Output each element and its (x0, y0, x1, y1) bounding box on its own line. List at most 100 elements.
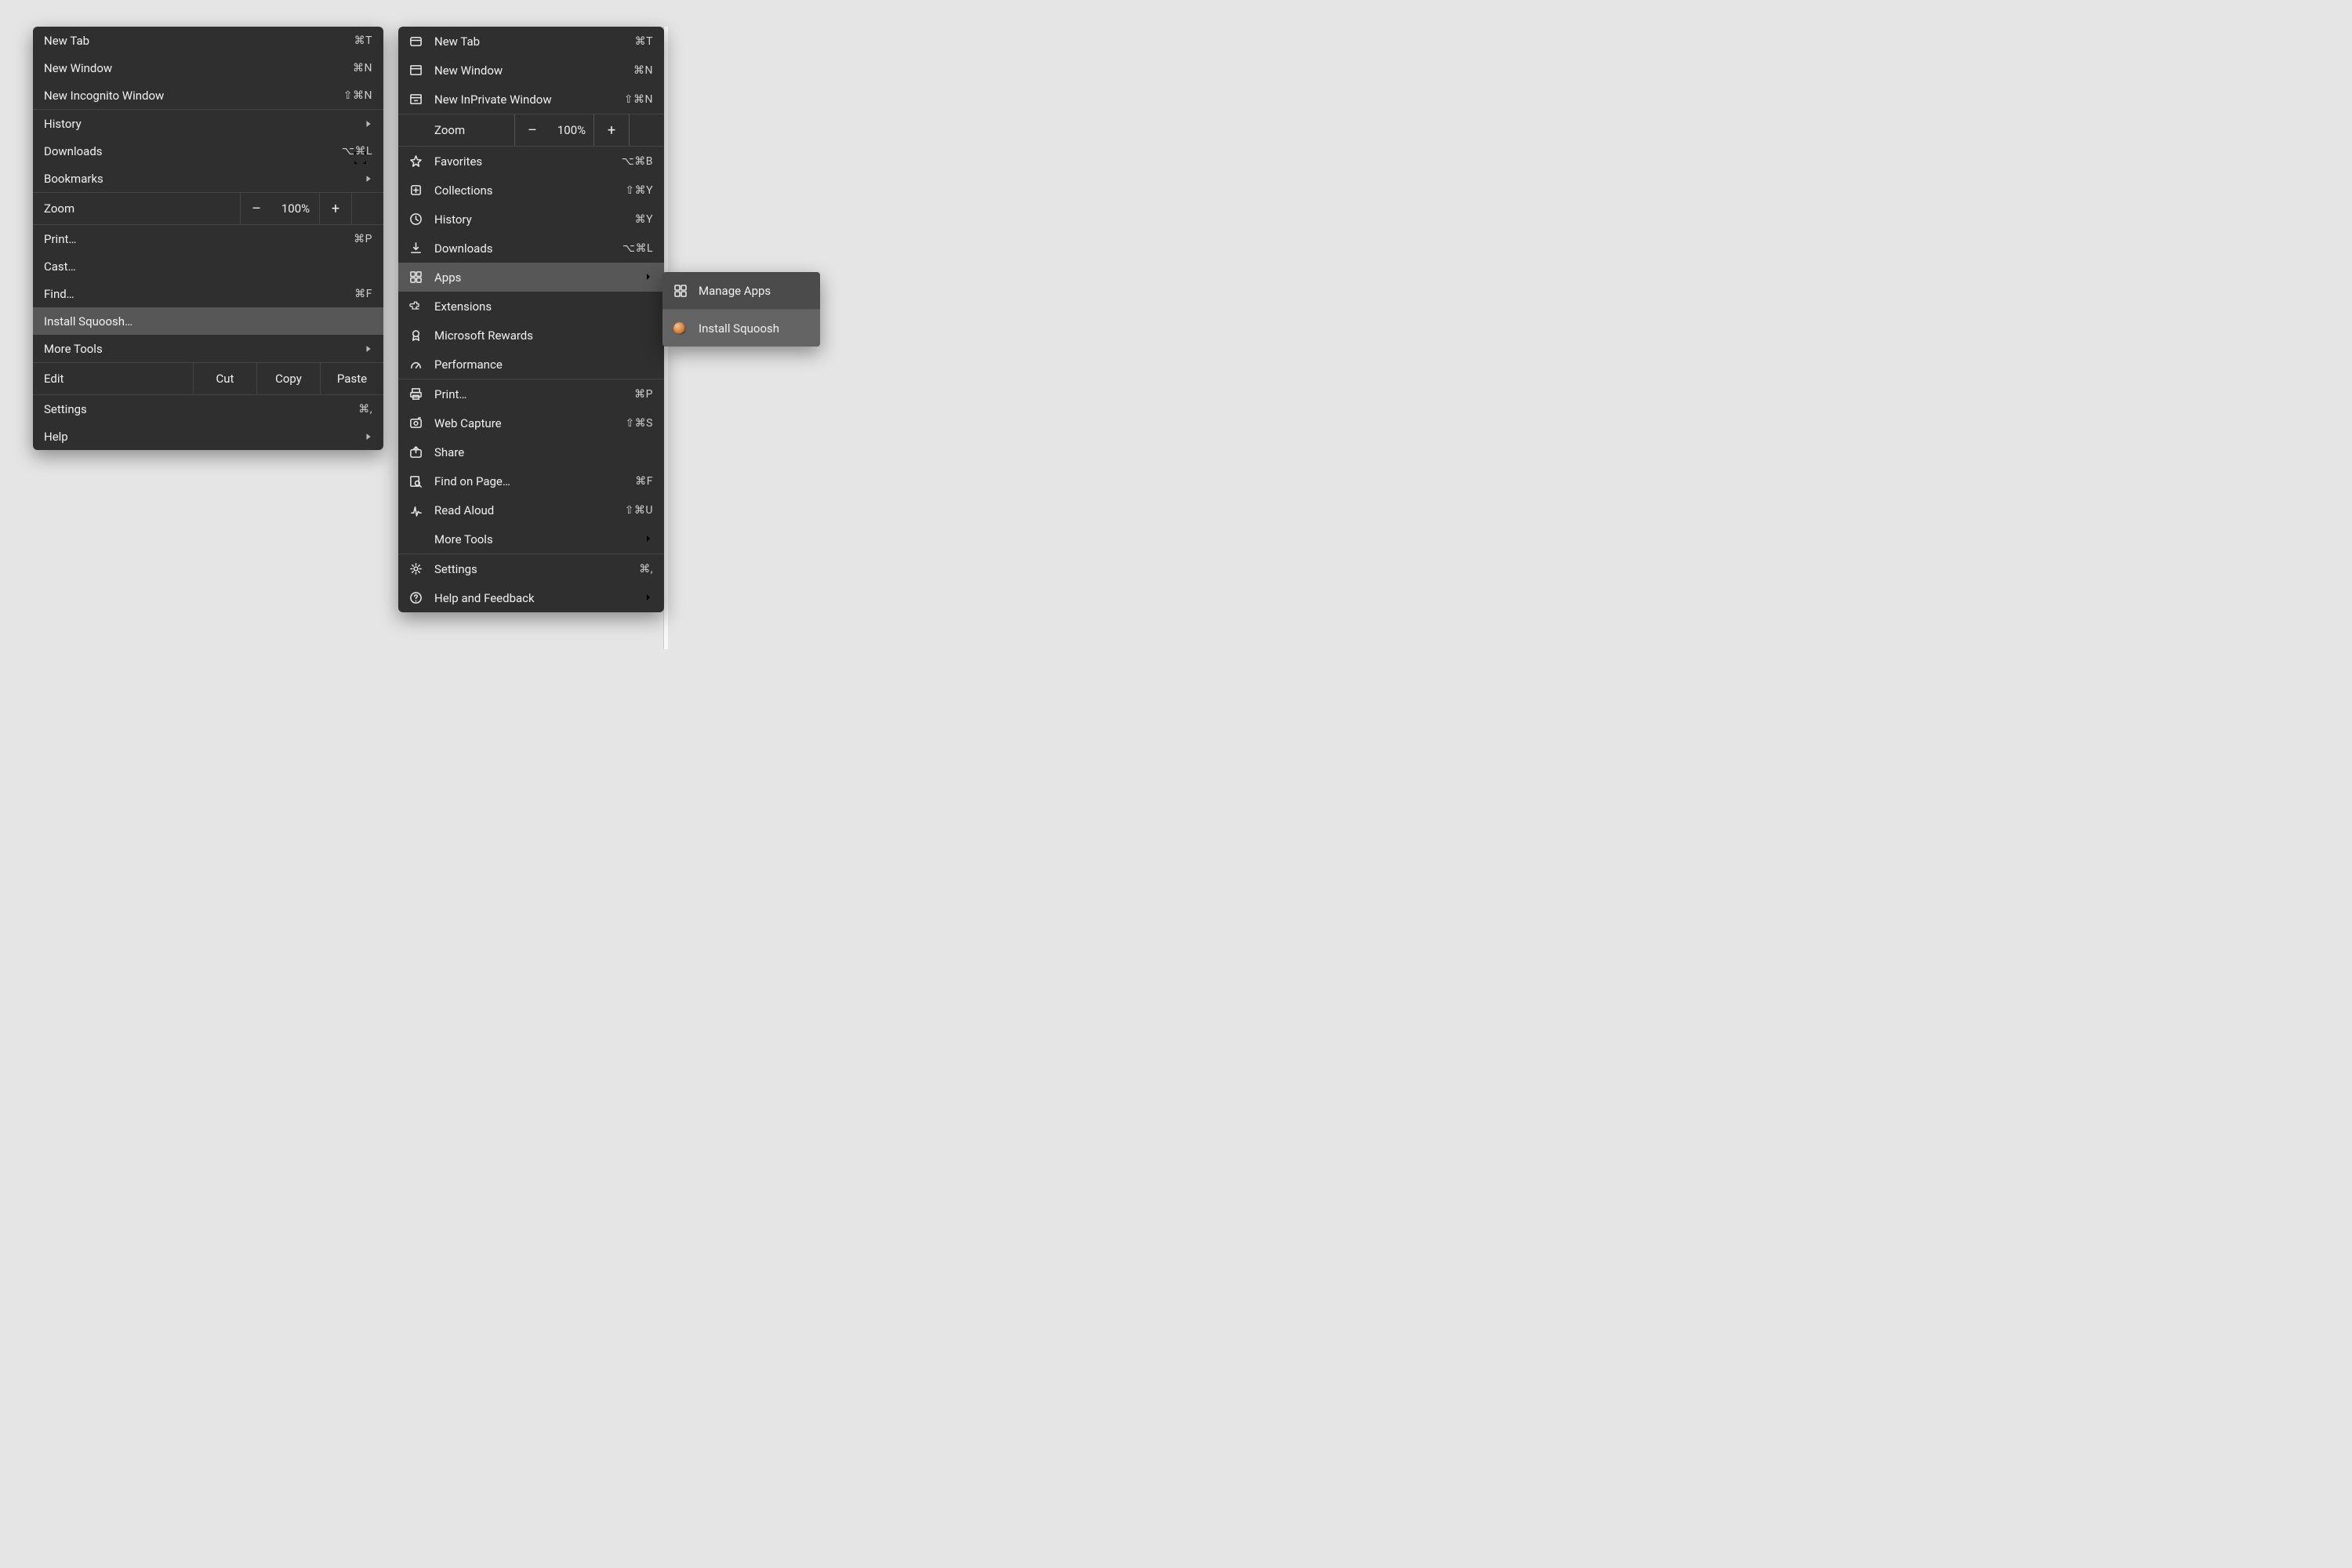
menu-item-label: Extensions (434, 299, 653, 314)
history-icon (408, 212, 423, 226)
menu-item-find-on-page[interactable]: Find on Page…⌘F (398, 466, 664, 495)
menu-item-new-incognito-window[interactable]: New Incognito Window⇧⌘N (33, 82, 383, 109)
menu-item-label: New Tab (434, 34, 635, 49)
menu-item-bookmarks[interactable]: Bookmarks (33, 165, 383, 192)
apps-icon (672, 284, 688, 297)
ext-icon (408, 299, 423, 313)
menu-item-label: Apps (434, 270, 644, 285)
menu-item-label: Find on Page… (434, 474, 635, 488)
menu-item-favorites[interactable]: Favorites⌥⌘B (398, 147, 664, 176)
shortcut: ⇧⌘Y (625, 184, 653, 197)
menu-item-downloads[interactable]: Downloads⌥⌘L (398, 234, 664, 263)
zoom-in-button[interactable]: + (593, 114, 629, 146)
print-icon (408, 387, 423, 401)
perf-icon (408, 358, 423, 371)
cut-button[interactable]: Cut (193, 363, 256, 394)
menu-item-print[interactable]: Print…⌘P (398, 379, 664, 408)
window-icon (408, 64, 423, 77)
zoom-row: Zoom – 100% + (33, 193, 383, 224)
apps-submenu: Manage Apps Install Squoosh (662, 272, 820, 347)
menu-item-web-capture[interactable]: Web Capture⇧⌘S (398, 408, 664, 437)
fullscreen-icon (352, 150, 383, 267)
menu-item-label: Settings (434, 562, 639, 576)
edit-row: Edit Cut Copy Paste (33, 363, 383, 394)
menu-item-print[interactable]: Print…⌘P (33, 225, 383, 252)
submenu-item-install-squoosh[interactable]: Install Squoosh (662, 310, 820, 347)
zoom-value: 100% (272, 201, 319, 216)
menu-item-share[interactable]: Share (398, 437, 664, 466)
chevron-right-icon (365, 342, 372, 356)
menu-item-settings[interactable]: Settings⌘, (398, 554, 664, 583)
menu-item-new-window[interactable]: New Window⌘N (33, 54, 383, 82)
menu-item-label: Downloads (434, 241, 622, 256)
shortcut: ⌘F (635, 475, 653, 488)
menu-item-label: Favorites (434, 154, 622, 169)
menu-item-new-window[interactable]: New Window⌘N (398, 56, 664, 85)
shortcut: ⌘T (635, 35, 653, 48)
chevron-right-icon (644, 532, 653, 546)
menu-item-new-tab[interactable]: New Tab⌘T (398, 27, 664, 56)
menu-item-label: Web Capture (434, 416, 625, 430)
capture-icon (408, 416, 423, 430)
shortcut: ⌥⌘B (622, 155, 653, 168)
tab-icon (408, 34, 423, 48)
menu-item-label: Performance (434, 358, 653, 372)
paste-button[interactable]: Paste (320, 363, 383, 394)
menu-item-cast[interactable]: Cast… (33, 252, 383, 280)
edit-label: Edit (33, 363, 193, 394)
menu-item-more-tools[interactable]: More Tools (398, 524, 664, 554)
menu-item-label: History (434, 212, 635, 227)
share-icon (408, 445, 423, 459)
menu-item-microsoft-rewards[interactable]: Microsoft Rewards (398, 321, 664, 350)
chevron-right-icon (365, 117, 372, 131)
shortcut: ⇧⌘U (625, 504, 653, 517)
fullscreen-button[interactable] (629, 114, 664, 146)
menu-item-apps[interactable]: Apps (398, 263, 664, 292)
menu-item-find[interactable]: Find…⌘F (33, 280, 383, 307)
reward-icon (408, 328, 423, 342)
zoom-in-button[interactable]: + (319, 193, 351, 224)
menu-item-help[interactable]: Help (33, 423, 383, 450)
fullscreen-button[interactable] (351, 193, 383, 224)
shortcut: ⇧⌘S (625, 417, 653, 430)
menu-item-label: Share (434, 445, 653, 459)
submenu-item-manage-apps[interactable]: Manage Apps (662, 272, 820, 309)
star-icon (408, 154, 423, 168)
menu-item-help-and-feedback[interactable]: Help and Feedback (398, 583, 664, 612)
zoom-value: 100% (550, 123, 593, 137)
menu-item-more-tools[interactable]: More Tools (33, 335, 383, 362)
expand-icon (630, 71, 664, 189)
inprivate-icon (408, 93, 423, 106)
menu-item-label: Help and Feedback (434, 591, 644, 605)
zoom-row: Zoom – 100% + (398, 114, 664, 146)
menu-item-label: Microsoft Rewards (434, 328, 653, 343)
zoom-out-button[interactable]: – (240, 193, 272, 224)
zoom-out-button[interactable]: – (514, 114, 550, 146)
chevron-right-icon (644, 591, 653, 605)
copy-button[interactable]: Copy (256, 363, 320, 394)
menu-item-read-aloud[interactable]: Read Aloud⇧⌘U (398, 495, 664, 524)
menu-item-downloads[interactable]: Downloads⌥⌘L (33, 137, 383, 165)
menu-item-history[interactable]: History⌘Y (398, 205, 664, 234)
help-icon (408, 591, 423, 604)
menu-item-settings[interactable]: Settings⌘, (33, 395, 383, 423)
menu-item-install-squoosh[interactable]: Install Squoosh… (33, 307, 383, 335)
apps-icon (408, 270, 423, 284)
menu-item-new-inprivate-window[interactable]: New InPrivate Window⇧⌘N (398, 85, 664, 114)
menu-item-label: Collections (434, 183, 625, 198)
read-icon (408, 503, 423, 517)
menu-item-new-tab[interactable]: New Tab⌘T (33, 27, 383, 54)
shortcut: ⌘, (639, 563, 653, 575)
find-icon (408, 474, 423, 488)
menu-item-collections[interactable]: Collections⇧⌘Y (398, 176, 664, 205)
menu-item-performance[interactable]: Performance (398, 350, 664, 379)
menu-item-extensions[interactable]: Extensions (398, 292, 664, 321)
menu-item-history[interactable]: History (33, 110, 383, 137)
zoom-label: Zoom (398, 123, 514, 137)
squoosh-icon (672, 322, 688, 335)
menu-item-label: Print… (434, 387, 634, 401)
menu-item-label: Read Aloud (434, 503, 625, 517)
download-icon (408, 241, 423, 255)
edge-menu: New Tab⌘TNew Window⌘NNew InPrivate Windo… (398, 27, 664, 612)
shortcut: ⌥⌘L (622, 242, 653, 255)
